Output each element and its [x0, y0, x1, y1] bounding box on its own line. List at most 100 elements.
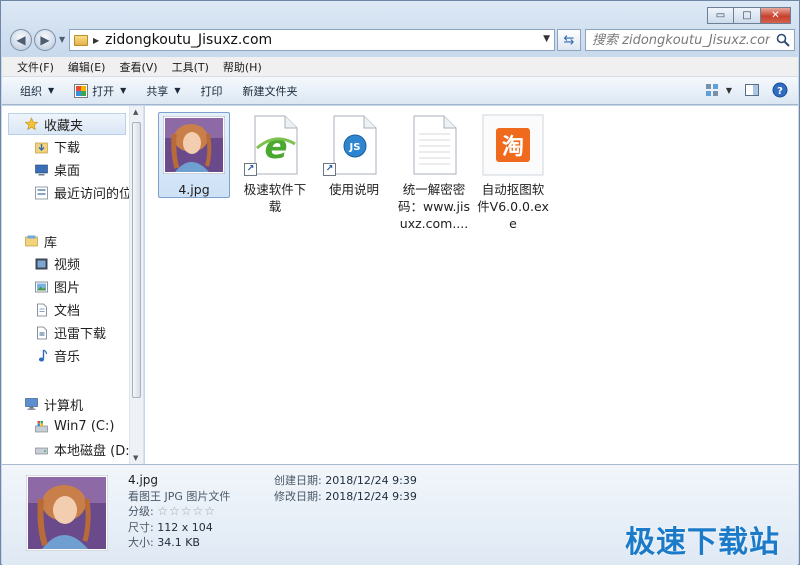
nav-item-music[interactable]: 音乐 — [2, 344, 130, 367]
file-item-auto-cutout-exe[interactable]: 淘 自动抠图软件V6.0.0.exe — [477, 112, 549, 232]
organize-button[interactable]: 组织 ▼ — [10, 83, 64, 99]
maximize-icon: □ — [742, 10, 752, 21]
nav-favorites-label: 收藏夹 — [44, 118, 84, 134]
nav-item-documents[interactable]: 文档 — [2, 298, 130, 321]
change-view-button[interactable]: ▼ — [704, 82, 732, 98]
forward-button[interactable]: ▶ — [34, 29, 56, 51]
svg-text:?: ? — [777, 86, 783, 97]
breadcrumb-chevron-icon[interactable]: ▶ — [93, 36, 99, 45]
menu-file[interactable]: 文件(F) — [10, 59, 61, 75]
search-box[interactable] — [585, 29, 795, 51]
menu-tools[interactable]: 工具(T) — [165, 59, 216, 75]
taobao-app-icon: 淘 — [482, 114, 544, 176]
libraries-group: 库 视频 图片 文档 迅雷下载 音乐 — [2, 230, 130, 367]
file-item-password-text[interactable]: 统一解密密码：www.jisuxz.com.... — [398, 112, 470, 232]
library-icon — [25, 235, 38, 247]
details-filesize-row: 大小: 34.1 KB — [128, 535, 230, 551]
music-icon — [38, 348, 48, 361]
file-thumbnail — [161, 112, 227, 178]
share-dropdown-icon: ▼ — [174, 86, 181, 95]
nav-pane-scrollbar[interactable]: ▲ ▼ — [129, 106, 143, 464]
computer-group: 计算机 Win7 (C:) 本地磁盘 (D: — [2, 393, 130, 461]
minimize-icon: ▭ — [715, 10, 726, 21]
minimize-button[interactable]: ▭ — [707, 7, 734, 24]
rating-label: 分级: — [128, 505, 154, 518]
file-list-area: 4.jpg e ↗ 极速软件下载 JS ↗ 使用说明 统一解密密码：www.ji… — [145, 106, 798, 464]
folder-icon — [74, 34, 88, 46]
caption-buttons: ▭ □ ✕ — [707, 7, 791, 24]
file-thumbnail: 淘 — [480, 112, 546, 178]
menu-view[interactable]: 查看(V) — [112, 59, 164, 75]
nav-item-drive-d[interactable]: 本地磁盘 (D: — [2, 438, 130, 461]
dimensions-value: 112 x 104 — [157, 520, 213, 534]
nav-item-thunder-downloads[interactable]: 迅雷下载 — [2, 321, 130, 344]
address-history-dropdown[interactable]: ▼ — [543, 34, 550, 44]
file-name: 使用说明 — [328, 182, 379, 197]
nav-item-videos[interactable]: 视频 — [2, 252, 130, 275]
shortcut-arrow-icon: ↗ — [323, 163, 336, 176]
print-label: 打印 — [200, 84, 223, 98]
details-rating-row: 分级: ☆☆☆☆☆ — [128, 504, 230, 520]
nav-item-drive-c[interactable]: Win7 (C:) — [2, 415, 130, 438]
search-input[interactable] — [592, 32, 770, 48]
pictures-icon — [35, 281, 48, 292]
back-button[interactable]: ◀ — [10, 29, 32, 51]
file-thumbnail: e ↗ — [242, 112, 308, 178]
address-bar[interactable]: ▶ zidongkoutu_Jisuxz.com ▼ — [69, 29, 555, 51]
nav-item-downloads[interactable]: 下载 — [2, 135, 130, 158]
file-name: 自动抠图软件V6.0.0.exe — [477, 182, 549, 231]
rating-stars[interactable]: ☆☆☆☆☆ — [157, 504, 216, 518]
nav-favorites[interactable]: 收藏夹 — [8, 113, 126, 135]
details-pane: 4.jpg 看图王 JPG 图片文件 分级: ☆☆☆☆☆ 尺寸: 112 x 1… — [2, 464, 798, 565]
share-button[interactable]: 共享 ▼ — [136, 83, 190, 99]
refresh-icon: ⇆ — [563, 32, 575, 48]
svg-text:e: e — [264, 127, 287, 167]
scroll-up-arrow-icon[interactable]: ▲ — [133, 108, 138, 116]
nav-item-label: 音乐 — [54, 350, 81, 365]
nav-item-recent-places[interactable]: 最近访问的位 — [2, 181, 132, 204]
modified-label: 修改日期: — [274, 489, 322, 503]
menu-bar: 文件(F) 编辑(E) 查看(V) 工具(T) 帮助(H) — [2, 57, 798, 77]
open-button[interactable]: 打开 ▼ — [64, 83, 136, 99]
file-name: 4.jpg — [178, 182, 210, 197]
nav-libraries[interactable]: 库 — [2, 230, 130, 252]
command-bar-right: ▼ ? — [704, 82, 788, 98]
download-folder-icon — [35, 142, 48, 153]
search-icon[interactable] — [776, 33, 790, 47]
file-item-speed-download-shortcut[interactable]: e ↗ 极速软件下载 — [239, 112, 311, 215]
print-button[interactable]: 打印 — [190, 83, 232, 99]
nav-computer[interactable]: 计算机 — [2, 393, 130, 415]
created-value: 2018/12/24 9:39 — [325, 474, 417, 487]
open-dropdown-icon: ▼ — [120, 86, 127, 95]
organize-dropdown-icon: ▼ — [48, 86, 55, 95]
nav-computer-label: 计算机 — [44, 398, 84, 414]
nav-item-label: 下载 — [54, 141, 81, 156]
maximize-button[interactable]: □ — [734, 7, 761, 24]
nav-item-label: 视频 — [54, 258, 81, 273]
preview-pane-icon[interactable] — [744, 82, 760, 98]
menu-edit[interactable]: 编辑(E) — [61, 59, 113, 75]
close-icon: ✕ — [771, 10, 780, 21]
new-folder-button[interactable]: 新建文件夹 — [232, 83, 307, 99]
help-icon[interactable]: ? — [772, 82, 788, 98]
file-item-4-jpg[interactable]: 4.jpg — [158, 112, 230, 198]
details-file-type: 看图王 JPG 图片文件 — [128, 489, 231, 503]
nav-item-pictures[interactable]: 图片 — [2, 275, 130, 298]
svg-text:JS: JS — [349, 142, 361, 153]
scrollbar-thumb[interactable] — [132, 122, 141, 398]
new-folder-label: 新建文件夹 — [242, 84, 298, 98]
file-item-readme-shortcut[interactable]: JS ↗ 使用说明 — [318, 112, 390, 198]
thunder-folder-icon — [37, 326, 47, 339]
breadcrumb-current-folder[interactable]: zidongkoutu_Jisuxz.com — [105, 32, 272, 48]
recent-pages-dropdown[interactable]: ▼ — [59, 35, 65, 44]
nav-item-desktop[interactable]: 桌面 — [2, 158, 130, 181]
refresh-button[interactable]: ⇆ — [557, 29, 581, 51]
file-name: 统一解密密码：www.jisuxz.com.... — [398, 182, 470, 231]
menu-help[interactable]: 帮助(H) — [216, 59, 269, 75]
system-drive-icon — [35, 420, 48, 432]
file-thumbnail — [401, 112, 467, 178]
close-button[interactable]: ✕ — [761, 7, 791, 24]
scroll-down-arrow-icon[interactable]: ▼ — [133, 454, 138, 462]
file-thumbnail: JS ↗ — [321, 112, 387, 178]
desktop-icon — [35, 164, 48, 175]
